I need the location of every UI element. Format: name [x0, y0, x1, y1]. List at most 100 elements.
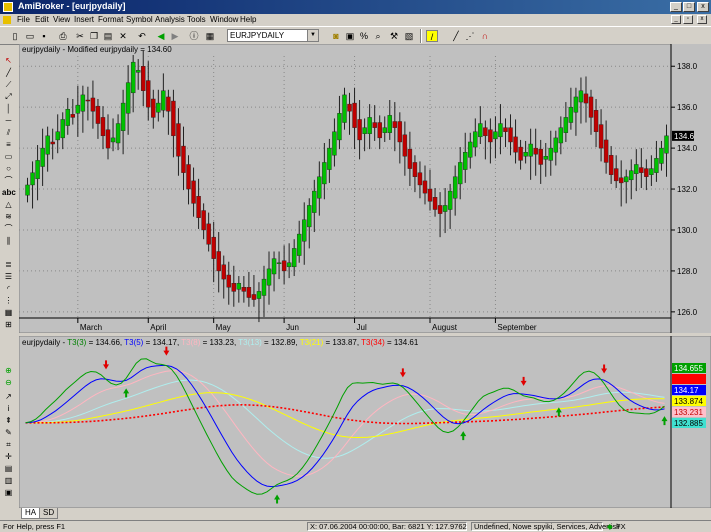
quote-icon[interactable]: ▣	[344, 30, 356, 42]
indicator-legend-item: T3(34)	[361, 338, 385, 347]
delete-icon[interactable]: ✕	[117, 30, 129, 42]
fibo-icon[interactable]: ≣	[2, 259, 15, 270]
table-icon[interactable]: ▥	[2, 475, 15, 486]
candle-body	[120, 102, 126, 131]
candle-body	[115, 123, 121, 144]
candle-body	[603, 139, 609, 163]
candle-body	[583, 93, 589, 104]
menu-file[interactable]: File	[17, 15, 30, 24]
candle-body	[135, 70, 141, 73]
percent-icon[interactable]: %	[358, 30, 370, 42]
indicator-legend-item: T3(5)	[124, 338, 143, 347]
gann-icon[interactable]: ⊞	[2, 319, 15, 330]
menu-view[interactable]: View	[53, 15, 70, 24]
calc-icon[interactable]: ▧	[403, 30, 415, 42]
vertical-line-icon[interactable]: │	[2, 103, 15, 114]
open-icon[interactable]: ▭	[24, 30, 36, 42]
fan-icon[interactable]: ≋	[2, 211, 15, 222]
search-icon[interactable]: ⌕	[372, 30, 384, 42]
calendar-icon[interactable]: ▦	[204, 30, 216, 42]
paste-icon[interactable]: ▤	[102, 30, 114, 42]
menu-edit[interactable]: Edit	[35, 15, 49, 24]
horizontal-line-icon[interactable]: ─	[2, 115, 15, 126]
pencil-icon[interactable]: /	[426, 30, 438, 42]
copy-icon[interactable]: ❐	[88, 30, 100, 42]
print-icon[interactable]: ⎙	[57, 30, 69, 42]
crosshair-icon[interactable]: ✛	[2, 451, 15, 462]
channel-icon[interactable]: ≡	[2, 139, 15, 150]
forward-icon[interactable]: ▶	[169, 30, 181, 42]
cycle-icon[interactable]: ∥	[2, 235, 15, 246]
layout-icon[interactable]: ▣	[2, 487, 15, 498]
indicator-legend-item: T3(3)	[67, 338, 86, 347]
menu-window[interactable]: Window	[210, 15, 238, 24]
pointer-icon[interactable]: ↖	[2, 55, 15, 66]
ray-icon[interactable]: ⟋	[2, 79, 15, 90]
extended-line-icon[interactable]: ⤢	[2, 91, 15, 102]
tab-sd[interactable]: SD	[39, 508, 59, 519]
candle-body	[392, 121, 398, 128]
new-icon[interactable]: ▯	[9, 30, 21, 42]
indicator-chart[interactable]: eurjpydaily - T3(3) = 134.66, T3(5) = 13…	[19, 336, 711, 508]
cursor-icon[interactable]: ↗	[2, 391, 15, 402]
report-icon[interactable]: ▤	[2, 463, 15, 474]
cut-icon[interactable]: ✂	[74, 30, 86, 42]
maximize-button[interactable]: □	[683, 2, 695, 12]
candle-body	[166, 96, 171, 112]
price-chart[interactable]: 126.0 128.0 130.0 132.0 134.0 136.0 138.0 March…	[19, 44, 711, 333]
candle-body	[548, 147, 553, 161]
info-tool-icon[interactable]: i	[2, 403, 15, 414]
menu-format[interactable]: Format	[98, 15, 123, 24]
save-icon[interactable]: ▪	[38, 30, 50, 42]
mdi-minimize-button[interactable]: _	[671, 15, 681, 24]
mdi-close-button[interactable]: x	[697, 15, 707, 24]
timezones-icon[interactable]: ⋮	[2, 295, 15, 306]
status-help: For Help, press F1	[3, 522, 66, 531]
arc-fibo-icon[interactable]: ◜	[2, 283, 15, 294]
candle-body	[463, 152, 468, 170]
triangle-icon[interactable]: △	[2, 199, 15, 210]
curve-icon[interactable]: ⌒	[2, 223, 15, 234]
info-icon[interactable]: ⓘ	[188, 30, 200, 42]
symbol-selector[interactable]: EURJPYDAILY ▼	[227, 29, 319, 42]
candle-body	[664, 135, 669, 154]
indicator-legend-item: = 134.17,	[143, 338, 181, 347]
candle-body	[100, 117, 106, 137]
zoom-in-icon[interactable]: ⊕	[2, 365, 15, 376]
arc-icon[interactable]: ⌒	[2, 175, 15, 186]
magnet-icon[interactable]: ∩	[479, 30, 491, 42]
parallel-icon[interactable]: ⫽	[2, 127, 15, 138]
back-icon[interactable]: ◀	[155, 30, 167, 42]
candle-body	[457, 162, 463, 185]
price-y-tick-label: 128.0	[677, 267, 698, 276]
dotted-line-icon[interactable]: ⋰	[464, 30, 476, 42]
fibo-extension-icon[interactable]: ☰	[2, 271, 15, 282]
menu-help[interactable]: Help	[240, 15, 256, 24]
trendline-icon[interactable]: ╱	[2, 67, 15, 78]
auction-icon[interactable]: ⚒	[388, 30, 400, 42]
menu-insert[interactable]: Insert	[74, 15, 94, 24]
menu-analysis[interactable]: Analysis	[155, 15, 185, 24]
edit-tool-icon[interactable]: ✎	[2, 427, 15, 438]
line-icon[interactable]: ╱	[450, 30, 462, 42]
candle-body	[367, 117, 372, 134]
mdi-restore-button[interactable]: ▫	[683, 15, 693, 24]
candle-body	[644, 168, 649, 177]
database-icon[interactable]: ◙	[330, 30, 342, 42]
chevron-down-icon[interactable]: ▼	[307, 30, 318, 41]
tab-ha[interactable]: HA	[21, 508, 41, 519]
zoom-out-icon[interactable]: ⊖	[2, 377, 15, 388]
text-icon[interactable]: abc	[2, 187, 16, 198]
measure-icon[interactable]: ⌗	[2, 439, 15, 450]
mdi-doc-icon[interactable]	[3, 16, 11, 24]
undo-icon[interactable]: ↶	[136, 30, 148, 42]
menu-tools[interactable]: Tools	[187, 15, 206, 24]
ellipse-icon[interactable]: ○	[2, 163, 15, 174]
ruler-icon[interactable]: ⇞	[2, 415, 15, 426]
candle-body	[473, 131, 478, 148]
rectangle-icon[interactable]: ▭	[2, 151, 15, 162]
close-button[interactable]: x	[697, 2, 709, 12]
grid-icon[interactable]: ▦	[2, 307, 15, 318]
menu-symbol[interactable]: Symbol	[126, 15, 153, 24]
minimize-button[interactable]: _	[670, 2, 682, 12]
